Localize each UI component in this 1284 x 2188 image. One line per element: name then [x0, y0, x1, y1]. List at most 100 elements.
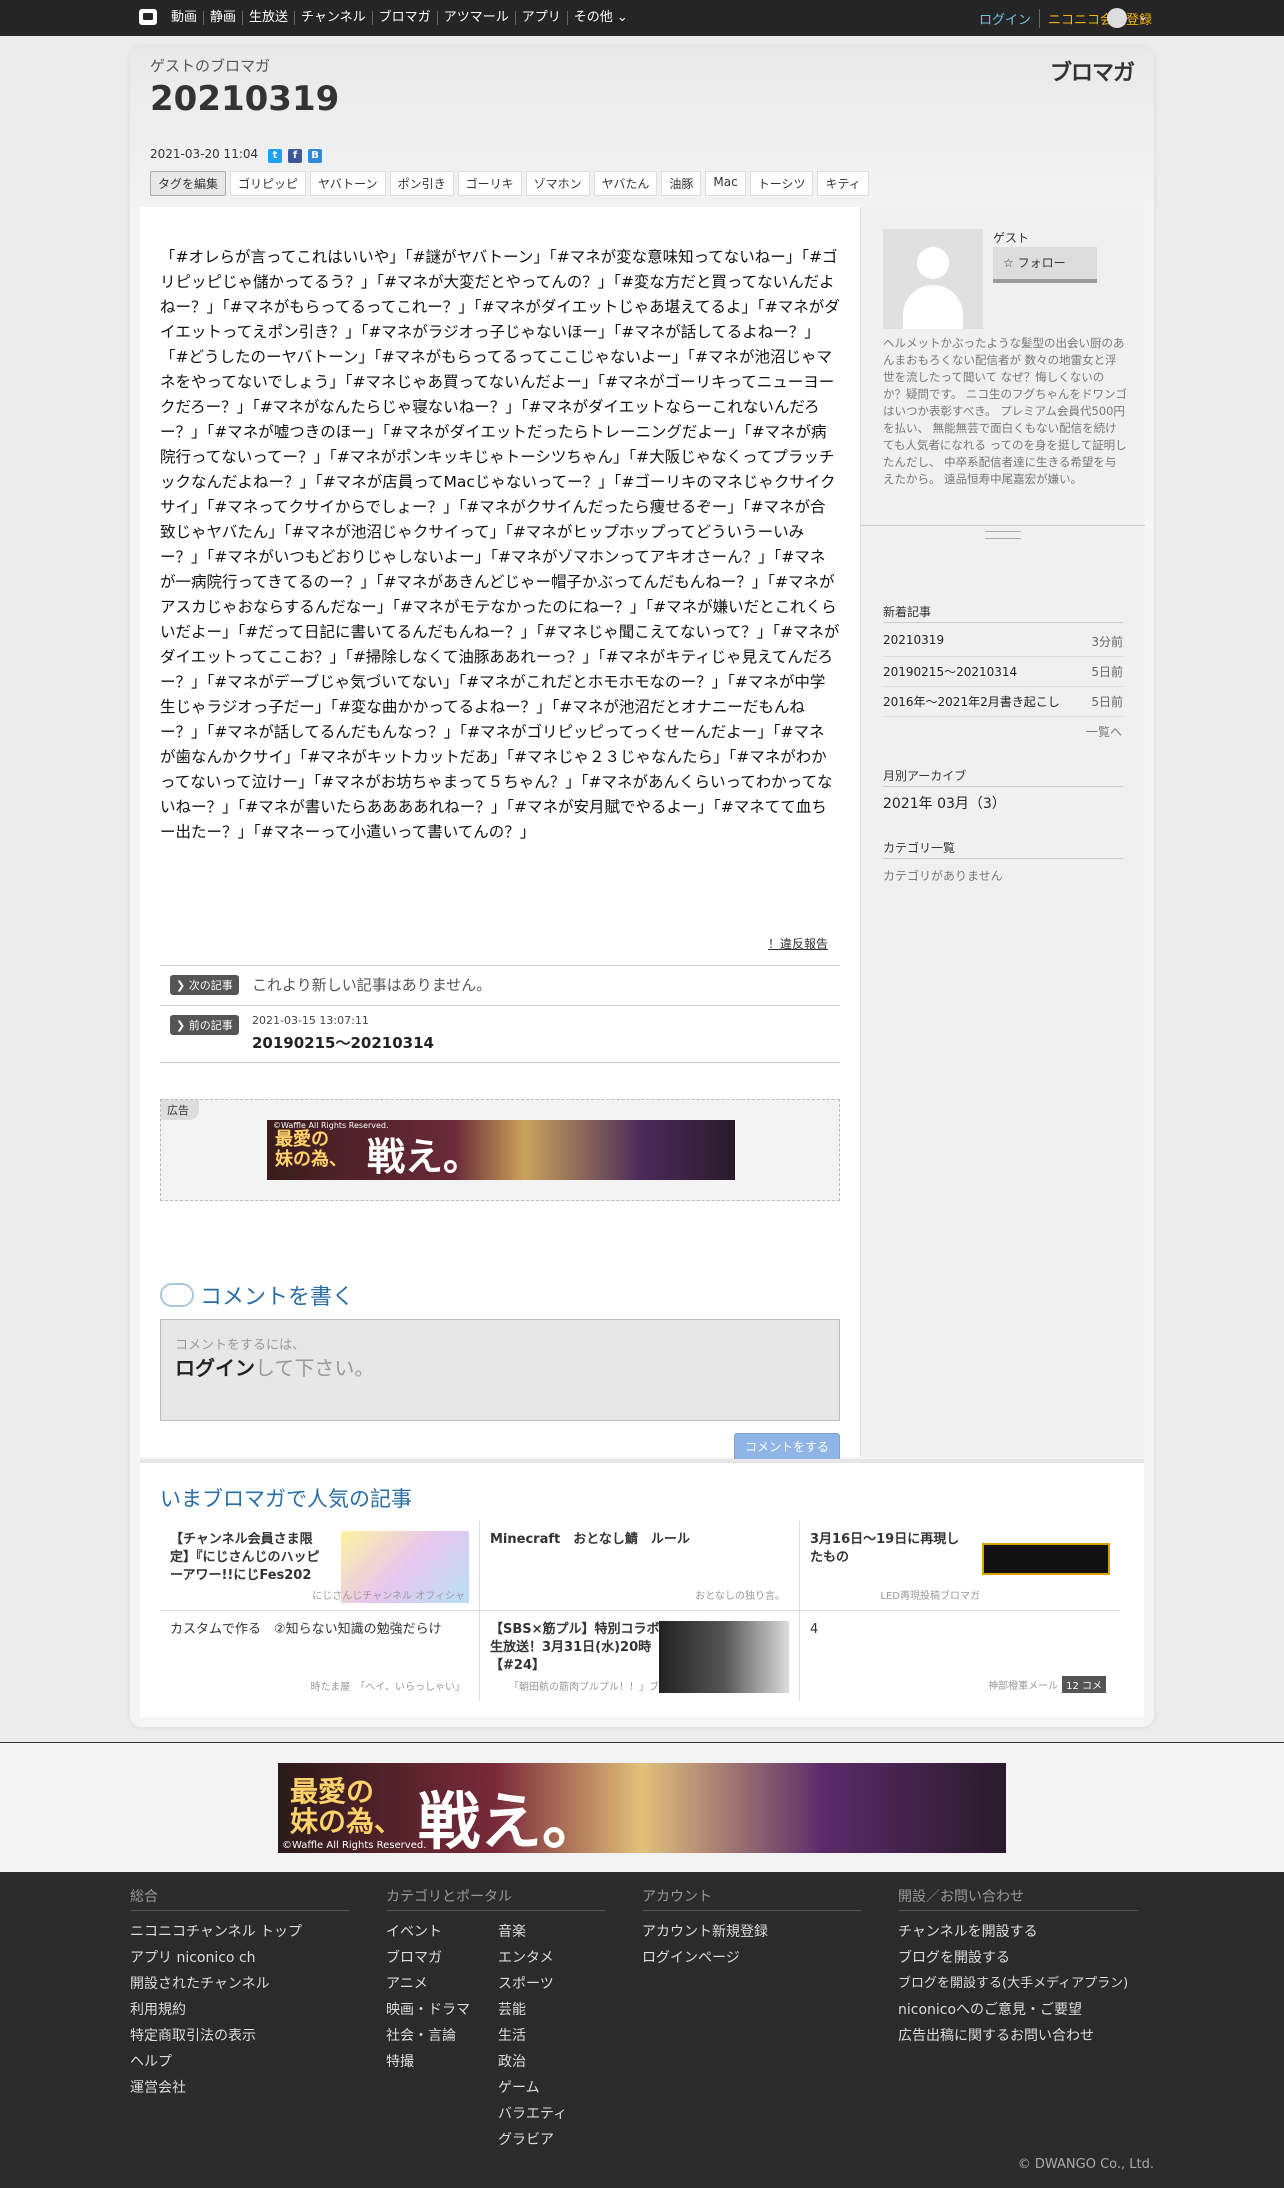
footer-link[interactable]: ブログを開設する(大手メディアプラン) — [898, 1971, 1138, 1997]
popular-item[interactable]: Minecraft おとなし鯖 ルール おとなしの独り言。 — [480, 1521, 800, 1611]
tag[interactable]: ゾマホン — [525, 171, 590, 196]
niconico-logo-icon[interactable] — [139, 9, 157, 25]
prev-article-date: 2021-03-15 13:07:11 — [252, 1014, 369, 1027]
twitter-icon[interactable]: t — [268, 149, 282, 163]
popular-item[interactable]: 3月16日～19日に再現したもの LED再現投稿ブロマガ — [800, 1521, 1120, 1611]
tag[interactable]: ヤバトーン — [310, 171, 386, 196]
footer-link[interactable]: スポーツ — [498, 1971, 610, 1997]
footer-link[interactable]: エンタメ — [498, 1945, 610, 1971]
bottom-ad-catch-small: 最愛の 妹の為、 — [290, 1775, 403, 1838]
nav-item-channel[interactable]: チャンネル — [294, 11, 372, 25]
comment-submit-button[interactable]: コメントをする — [734, 1433, 840, 1461]
tag[interactable]: ゴーリキ — [457, 171, 522, 196]
footer-link[interactable]: 特定商取引法の表示 — [130, 2023, 350, 2049]
prev-article-button[interactable]: ❯ 前の記事 — [170, 1015, 239, 1035]
popular-item[interactable]: カスタムで作る ②知らない知識の勉強だらけ 時たま屋 「へイ、いらっしゃい」 — [160, 1611, 480, 1701]
chevron-down-icon[interactable]: ⌄ — [1138, 9, 1148, 23]
footer-link[interactable]: 生活 — [498, 2023, 610, 2049]
footer-link[interactable]: 特撮 — [386, 2049, 498, 2075]
tag[interactable]: ポン引き — [389, 171, 454, 196]
nav-item-atsumaru[interactable]: アツマール — [436, 11, 515, 25]
bottom-ad-catch-big: 戦え。 — [418, 1785, 605, 1853]
footer-link[interactable]: ニコニコチャンネル トップ — [130, 1919, 350, 1945]
nav-item-app[interactable]: アプリ — [514, 11, 567, 25]
footer-link[interactable]: ブロマガ — [386, 1945, 498, 1971]
nav-item-seiga[interactable]: 静画 — [203, 11, 242, 25]
footer-link[interactable]: イベント — [386, 1919, 498, 1945]
popular-articles: いまブロマガで人気の記事 【チャンネル会員さま限定】『にじさんじのハッピーアワー… — [140, 1459, 1144, 1717]
tag[interactable]: キティ — [817, 171, 869, 196]
facebook-icon[interactable]: f — [288, 149, 302, 163]
archive-item[interactable]: 2021年 03月（3） — [883, 793, 1006, 813]
tag[interactable]: Mac — [705, 171, 746, 196]
footer-link[interactable]: ブログを開設する — [898, 1945, 1138, 1971]
footer-link[interactable]: 映画・ドラマ — [386, 1997, 498, 2023]
footer-link[interactable]: ヘルプ — [130, 2049, 350, 2075]
footer-link[interactable]: 広告出稿に関するお問い合わせ — [898, 2023, 1138, 2049]
popular-item[interactable]: 【チャンネル会員さま限定】『にじさんじのハッピーアワー!!にじFes202 にじ… — [160, 1521, 480, 1611]
user-avatar-icon[interactable] — [1107, 8, 1127, 28]
nav-item-more[interactable]: その他 ⌄ — [566, 11, 634, 25]
tag[interactable]: トーシツ — [749, 171, 814, 196]
footer-link[interactable]: ログインページ — [642, 1945, 862, 1971]
popular-item[interactable]: 4 神部橙軍メール 12 コメ — [800, 1611, 1120, 1701]
tag[interactable]: ゴリピッピ — [230, 171, 307, 196]
popular-item-source: 「朝田航の筋肉プルプル！！」ブ — [509, 1682, 659, 1693]
article-main: 「#オレらが言ってこれはいいや」「#謎がヤバトーン」「#マネが変な意味知ってない… — [140, 207, 860, 1461]
footer-link[interactable]: 利用規約 — [130, 1997, 350, 2023]
profile-name[interactable]: ゲスト — [993, 229, 1029, 246]
recent-ago: 5日前 — [1091, 695, 1123, 709]
ad-label: 広告 — [161, 1100, 199, 1120]
footer-link[interactable]: ゲーム — [498, 2075, 610, 2101]
blomaga-logo[interactable]: ブロマガ — [1050, 55, 1135, 87]
profile-avatar[interactable] — [883, 229, 983, 329]
footer-link[interactable]: チャンネルを開設する — [898, 1919, 1138, 1945]
bottom-ad-banner[interactable]: 最愛の 妹の為、 戦え。 ©Waffle All Rights Reserved. — [278, 1763, 1006, 1853]
tag[interactable]: 油豚 — [661, 171, 702, 196]
footer-link[interactable]: 芸能 — [498, 1997, 610, 2023]
sidebar: ゲスト ☆ フォロー ヘルメットかぶったような髪型の出会い厨のあんまおもろくない… — [860, 207, 1145, 1457]
list-item[interactable]: 2016年～2021年2月書き起こし 5日前 — [883, 687, 1123, 717]
report-link[interactable]: ！違反報告 — [768, 935, 828, 952]
comment-heading: コメントを書く — [160, 1279, 354, 1311]
footer-link[interactable]: アカウント新規登録 — [642, 1919, 862, 1945]
category-empty: カテゴリがありません — [883, 869, 1003, 883]
list-item[interactable]: 20190215～20210314 5日前 — [883, 657, 1123, 687]
nav-item-blomaga[interactable]: ブロマガ — [371, 11, 437, 25]
follow-button[interactable]: ☆ フォロー — [993, 247, 1097, 283]
nav-item-video[interactable]: 動画 — [167, 11, 203, 25]
login-link[interactable]: ログイン — [979, 8, 1040, 28]
footer-link[interactable]: 運営会社 — [130, 2075, 350, 2101]
edit-tags-button[interactable]: タグを編集 — [150, 171, 227, 196]
recent-articles-list: 20210319 3分前 20190215～20210314 5日前 2016年～2… — [883, 627, 1123, 717]
footer-col-contact: 開設／お問い合わせ チャンネルを開設する ブログを開設する ブログを開設する(大… — [898, 1886, 1138, 2049]
hatena-bookmark-icon[interactable]: B — [308, 149, 322, 163]
footer-link[interactable]: アニメ — [386, 1971, 498, 1997]
footer-link[interactable]: 政治 — [498, 2049, 610, 2075]
footer-link[interactable]: アプリ niconico ch — [130, 1945, 350, 1971]
comment-textarea[interactable]: コメントをするには、 ログインして下さい。 — [160, 1319, 840, 1421]
footer-link[interactable]: バラエティ — [498, 2101, 610, 2127]
ad-banner[interactable]: ©Waffle All Rights Reserved. 最愛の 妹の為、 戦え。 — [267, 1120, 735, 1180]
footer-link[interactable]: niconicoへのご意見・ご要望 — [898, 1997, 1138, 2023]
expand-handle-icon[interactable] — [985, 531, 1021, 539]
next-article-button[interactable]: ❯ 次の記事 — [170, 975, 239, 995]
register-link[interactable]: ニコニコ会員登録 — [1040, 9, 1152, 28]
tag[interactable]: ヤバたん — [593, 171, 658, 196]
list-item[interactable]: 20210319 3分前 — [883, 627, 1123, 657]
footer-link[interactable]: 音楽 — [498, 1919, 610, 1945]
comment-login-link[interactable]: ログイン — [175, 1356, 255, 1380]
popular-item-title: カスタムで作る ②知らない知識の勉強だらけ — [170, 1622, 442, 1637]
nav-item-live[interactable]: 生放送 — [242, 11, 294, 25]
footer-link[interactable]: 社会・言論 — [386, 2023, 498, 2049]
blog-name[interactable]: ゲストのブロマガ — [150, 55, 270, 76]
popular-item-source: LED再現投稿ブロマガ — [880, 1591, 980, 1602]
comment-hint: コメントをするには、 — [175, 1338, 306, 1353]
popular-item[interactable]: 【SBS×筋プル】特別コラボ生放送！3月31日(水)20時【#24】 「朝田航の… — [480, 1611, 800, 1701]
footer-category-list-a: イベント ブロマガ アニメ 映画・ドラマ 社会・言論 特撮 — [386, 1919, 498, 2153]
popular-item-source: にじさんじチャンネル オフィシャ — [312, 1591, 465, 1602]
footer-link[interactable]: グラビア — [498, 2127, 610, 2153]
recent-more-link[interactable]: 一覧へ — [1086, 723, 1122, 740]
prev-article-title[interactable]: 20190215～20210314 — [252, 1032, 434, 1053]
footer-link[interactable]: 開設されたチャンネル — [130, 1971, 350, 1997]
